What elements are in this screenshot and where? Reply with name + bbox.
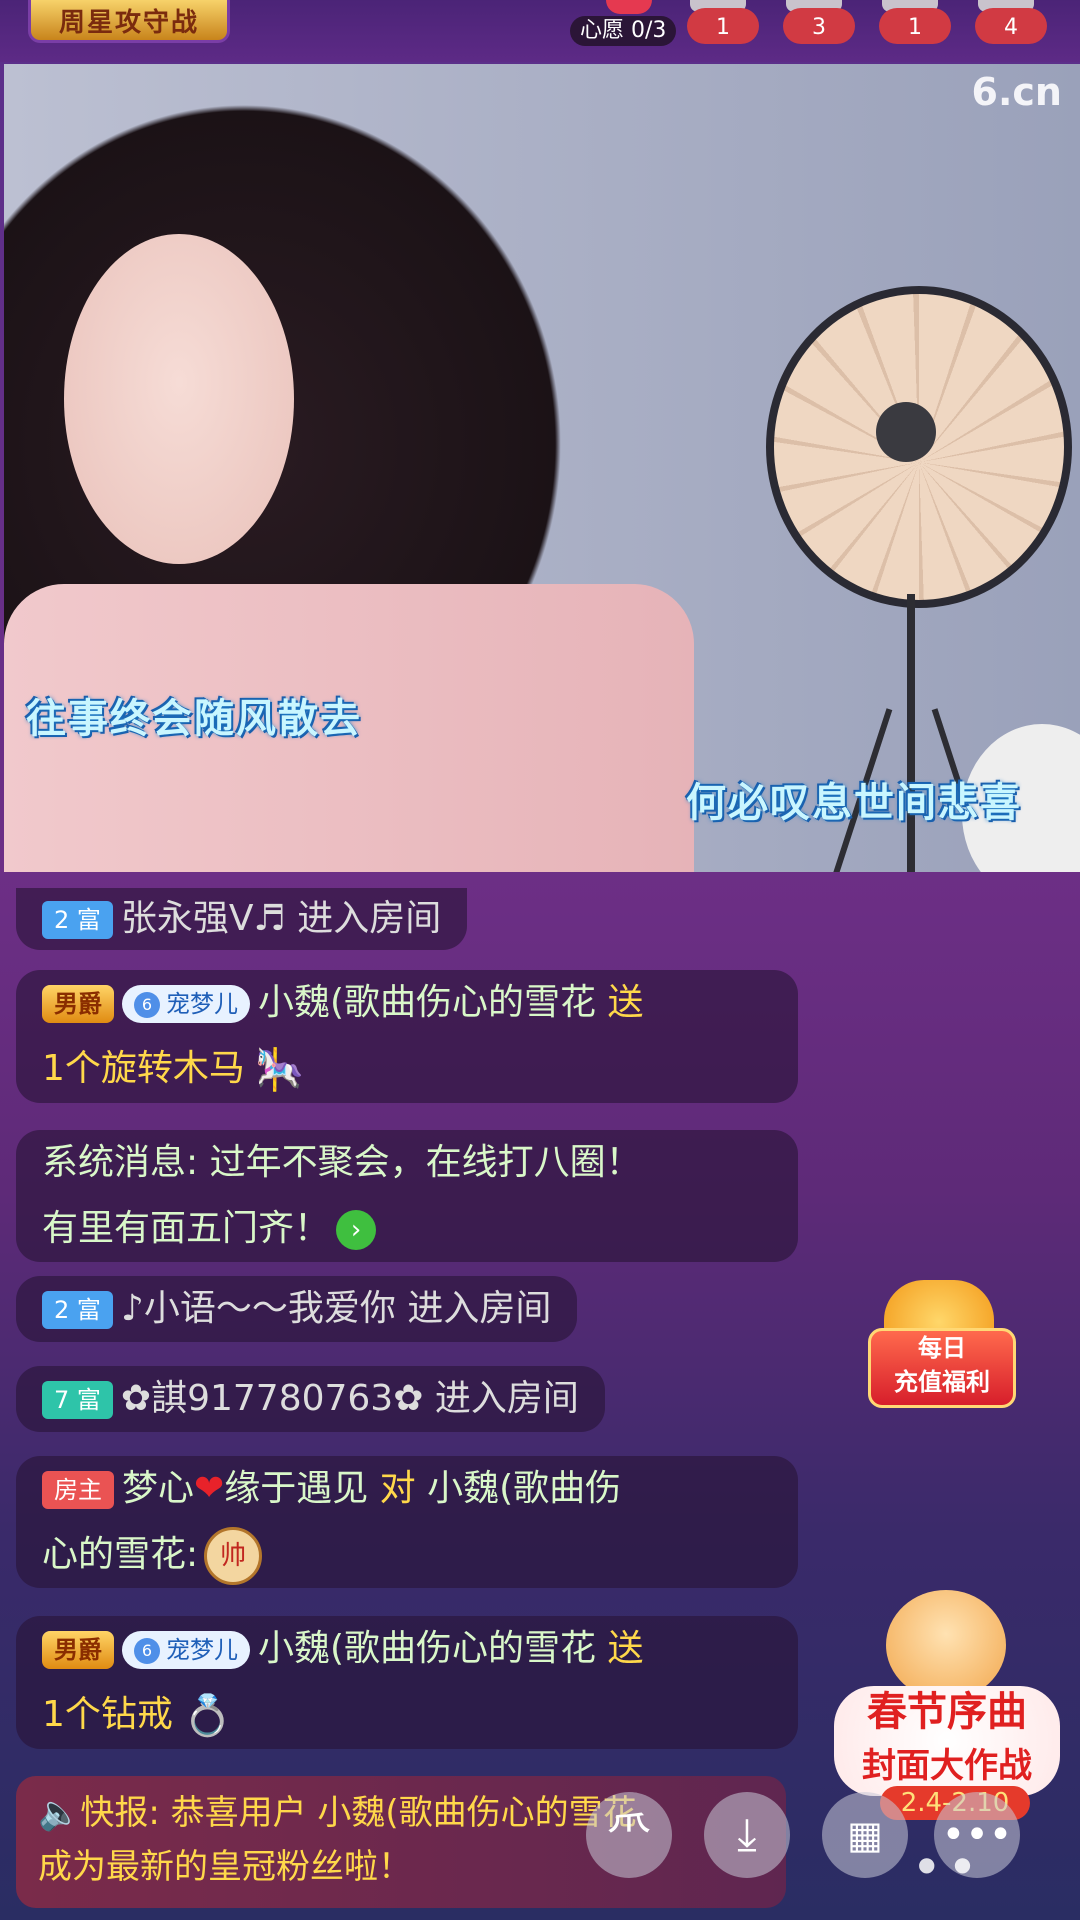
gift-name: 1个钻戒 bbox=[42, 1694, 173, 1735]
six-cn-watermark: 6.cn bbox=[971, 70, 1062, 114]
chat-action: 送 bbox=[607, 1628, 644, 1669]
wish-heart-icon bbox=[606, 0, 652, 14]
lamp-head-image bbox=[876, 402, 936, 462]
chat-target: 心的雪花: bbox=[42, 1534, 199, 1575]
spring-title-line-2: 封面大作战 bbox=[862, 1746, 1032, 1786]
chat-username-suffix: 缘于遇见 bbox=[224, 1468, 369, 1509]
chat-target: 小魏(歌曲伤 bbox=[427, 1468, 622, 1509]
noble-badge: 男爵 bbox=[42, 985, 114, 1023]
chat-message-enter: 2 富 ♪小语～～我爱你 进入房间 bbox=[16, 1276, 578, 1342]
wealth-badge: 2 富 bbox=[42, 1291, 113, 1329]
chat-text: ✿諆917780763✿ 进入房间 bbox=[120, 1378, 579, 1419]
week-star-event-banner[interactable]: 周星攻守战 bbox=[28, 0, 230, 43]
daily-label-line-2: 充值福利 bbox=[894, 1368, 990, 1396]
system-message[interactable]: 系统消息: 过年不聚会，在线打八圈！ 有里有面五门齐！ › bbox=[16, 1130, 798, 1262]
streamer-face-image bbox=[64, 234, 294, 564]
pet-name: 宠梦儿 bbox=[166, 990, 238, 1018]
speaker-icon: 🔈 bbox=[38, 1793, 81, 1833]
spring-promo-title: 春节序曲 封面大作战 bbox=[834, 1686, 1060, 1796]
pet-heart-icon: 6 bbox=[134, 992, 160, 1018]
ring-gift-icon: 💍 bbox=[182, 1693, 233, 1739]
chat-username[interactable]: 梦心 bbox=[122, 1468, 194, 1509]
wealth-badge: 2 富 bbox=[42, 901, 113, 939]
rank-badge-4[interactable]: 4 bbox=[975, 8, 1047, 44]
chat-message-gift: 男爵 6 宠梦儿 小魏(歌曲伤心的雪花 送 1个钻戒 💍 bbox=[16, 1616, 798, 1749]
pet-badge: 6 宠梦儿 bbox=[122, 985, 250, 1023]
chat-message-gift: 男爵 6 宠梦儿 小魏(歌曲伤心的雪花 送 1个旋转木马 🎠 bbox=[16, 970, 798, 1103]
chat-username[interactable]: 小魏(歌曲伤心的雪花 bbox=[258, 982, 596, 1023]
chat-action: 送 bbox=[607, 982, 644, 1023]
wish-counter[interactable]: 心愿 0/3 bbox=[570, 16, 677, 46]
daily-label-line-1: 每日 bbox=[918, 1334, 966, 1362]
page-indicator: ● ● bbox=[918, 1852, 978, 1876]
ox-mascot-icon bbox=[886, 1590, 1006, 1700]
spring-title-line-1: 春节序曲 bbox=[867, 1689, 1027, 1735]
pet-badge: 6 宠梦儿 bbox=[122, 1631, 250, 1669]
system-message-line-1: 系统消息: 过年不聚会，在线打八圈！ bbox=[42, 1142, 642, 1183]
daily-recharge-label: 每日 充值福利 bbox=[868, 1328, 1016, 1408]
rank-badge-1[interactable]: 1 bbox=[687, 8, 759, 44]
chat-message-host: 房主 梦心❤缘于遇见 对 小魏(歌曲伤 心的雪花: 帅 bbox=[16, 1456, 798, 1588]
lyric-line-1: 往事终会随风散去 bbox=[26, 696, 362, 742]
heart-icon: ❤ bbox=[194, 1468, 225, 1509]
carousel-gift-icon: 🎠 bbox=[254, 1047, 305, 1093]
download-icon[interactable]: ⤓ bbox=[704, 1792, 790, 1878]
flash-line-1: 快报: 恭喜用户 小魏(歌曲伤心的雪花 bbox=[80, 1793, 637, 1833]
lyric-line-2: 何必叹息世间悲喜 bbox=[686, 780, 1022, 826]
six-logo-button-icon[interactable]: ⺥ bbox=[586, 1792, 672, 1878]
system-message-line-2: 有里有面五门齐！ bbox=[42, 1208, 331, 1249]
grid-menu-icon[interactable]: ▦ bbox=[822, 1792, 908, 1878]
daily-recharge-promo[interactable]: 每日 充值福利 bbox=[864, 1280, 1016, 1410]
chat-text: ♪小语～～我爱你 进入房间 bbox=[120, 1288, 552, 1329]
gift-name: 1个旋转木马 bbox=[42, 1048, 245, 1089]
noble-badge: 男爵 bbox=[42, 1631, 114, 1669]
live-video[interactable]: 6.cn 往事终会随风散去 何必叹息世间悲喜 bbox=[4, 64, 1080, 872]
chat-message-enter: 7 富 ✿諆917780763✿ 进入房间 bbox=[16, 1366, 605, 1432]
arrow-right-icon[interactable]: › bbox=[336, 1210, 377, 1250]
chat-text: 张永强V♬ 进入房间 bbox=[120, 898, 442, 939]
wealth-badge: 7 富 bbox=[42, 1381, 113, 1419]
host-badge: 房主 bbox=[42, 1471, 114, 1509]
chess-piece-icon: 帅 bbox=[204, 1527, 263, 1585]
top-bar: 周星攻守战 心愿 0/3 1 3 1 4 bbox=[0, 0, 1080, 62]
rank-badge-2[interactable]: 3 bbox=[783, 8, 855, 44]
chat-action: 对 bbox=[379, 1468, 416, 1509]
flash-line-2: 成为最新的皇冠粉丝啦！ bbox=[38, 1847, 412, 1887]
lamp-stand-image bbox=[907, 594, 915, 872]
pet-heart-icon: 6 bbox=[134, 1638, 160, 1664]
rank-badge-3[interactable]: 1 bbox=[879, 8, 951, 44]
chat-message-enter: 2 富张永强V♬ 进入房间 bbox=[16, 888, 468, 950]
pet-name: 宠梦儿 bbox=[166, 1636, 238, 1664]
chat-username[interactable]: 小魏(歌曲伤心的雪花 bbox=[258, 1628, 596, 1669]
